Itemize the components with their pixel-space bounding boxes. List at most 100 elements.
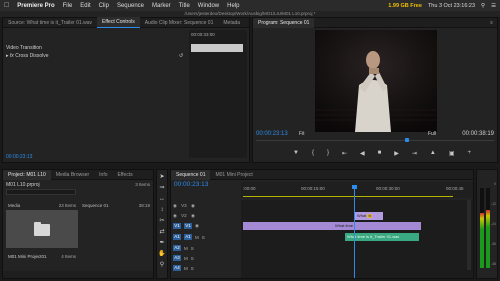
effect-controls-timeline[interactable]: 00:00:33:00 — [189, 30, 247, 158]
menu-help[interactable]: Help — [227, 3, 239, 9]
lift-icon[interactable]: ▲ — [430, 150, 436, 157]
program-scrub-bar[interactable] — [256, 140, 494, 144]
track-label[interactable]: A4 — [173, 265, 181, 271]
sequence-tile[interactable]: Sequence 01 38:19 — [80, 202, 152, 264]
rate-stretch-icon[interactable]: ↕ — [158, 206, 166, 214]
cross-dissolve-row[interactable]: ▸ fx Cross Dissolve — [6, 53, 49, 59]
eye-icon[interactable]: ◉ — [195, 223, 199, 229]
menu-marker[interactable]: Marker — [152, 3, 171, 9]
app-menu[interactable]: Premiere Pro — [17, 3, 54, 9]
export-frame-icon[interactable]: ▣ — [449, 150, 455, 157]
timeline-scrollbar[interactable] — [467, 200, 471, 270]
solo-icon[interactable]: S — [191, 256, 194, 261]
zoom-fit-select[interactable]: Fit — [299, 131, 305, 137]
track-label[interactable]: V2 — [180, 213, 188, 219]
add-button-icon[interactable]: + — [468, 150, 472, 157]
tab-metadata[interactable]: Metada — [218, 18, 245, 28]
track-header-v1[interactable]: V1 V1 ◉ — [173, 222, 199, 230]
menu-edit[interactable]: Edit — [80, 3, 90, 9]
slip-tool-icon[interactable]: ⇄ — [158, 228, 166, 236]
media-bin-tile[interactable]: Media 23 Items M01 Mini Project01 4 Item… — [6, 202, 78, 264]
search-icon[interactable]: ⚲ — [481, 3, 485, 9]
program-current-timecode[interactable]: 00:00:23:13 — [256, 131, 288, 137]
meter-scale-tick: -36 — [490, 242, 496, 246]
eye-icon[interactable]: ◉ — [191, 213, 195, 219]
track-label[interactable]: A1 — [184, 234, 192, 240]
track-header-a2[interactable]: A2 M S — [173, 244, 194, 252]
tab-info[interactable]: Info — [94, 170, 112, 180]
mute-icon[interactable]: M — [195, 235, 199, 240]
project-search-input[interactable] — [6, 189, 76, 195]
eye-icon[interactable]: ◉ — [191, 203, 195, 209]
razor-tool-icon[interactable]: ✂ — [158, 217, 166, 225]
tab-mini-project[interactable]: M01 Mini Project — [210, 170, 257, 180]
track-label[interactable]: V3 — [180, 203, 188, 209]
pen-tool-icon[interactable]: ✒ — [158, 239, 166, 247]
add-marker-icon[interactable]: ▼ — [293, 150, 299, 157]
menu-sequence[interactable]: Sequence — [117, 3, 144, 9]
selection-tool-icon[interactable]: ➤ — [158, 173, 166, 181]
menu-clip[interactable]: Clip — [99, 3, 109, 9]
menu-file[interactable]: File — [63, 3, 73, 9]
transition-clip-bar[interactable] — [191, 44, 243, 52]
clip-v2[interactable]: What fx — [355, 212, 383, 220]
mark-out-icon[interactable]: } — [327, 150, 329, 157]
clip-audio[interactable]: What time is it_Trailer 01.wav — [345, 233, 419, 241]
mark-in-icon[interactable]: { — [312, 150, 314, 157]
ripple-edit-icon[interactable]: ↔ — [158, 195, 166, 203]
timeline-timecode[interactable]: 00:00:23:13 — [174, 181, 208, 188]
zoom-tool-icon[interactable]: ⚲ — [158, 261, 166, 269]
track-select-icon[interactable]: ⇒ — [158, 184, 166, 192]
track-header-v2[interactable]: ◉ V2 ◉ — [173, 212, 195, 220]
track-label[interactable]: V1 — [184, 223, 192, 229]
stop-icon[interactable]: ■ — [378, 150, 382, 157]
tab-media-browser[interactable]: Media Browser — [51, 170, 94, 180]
tab-source[interactable]: Source: What time is it_Trailer 01.wav — [3, 18, 97, 28]
lock-icon[interactable]: ◉ — [173, 213, 177, 219]
apple-icon[interactable]:  — [4, 2, 9, 9]
track-header-a4[interactable]: A4 M S — [173, 264, 194, 272]
lock-icon[interactable]: ◉ — [173, 203, 177, 209]
resolution-select[interactable]: Full — [428, 131, 436, 137]
track-header-v3[interactable]: ◉ V3 ◉ — [173, 202, 195, 210]
mute-icon[interactable]: M — [184, 246, 188, 251]
tab-project[interactable]: Project: M01 L10 — [3, 169, 51, 180]
step-back-icon[interactable]: ◀ — [360, 150, 365, 157]
list-icon[interactable]: ☰ — [491, 3, 496, 9]
source-patch-a1[interactable]: A1 — [173, 234, 181, 240]
hand-tool-icon[interactable]: ✋ — [158, 250, 166, 258]
track-label[interactable]: A3 — [173, 255, 181, 261]
reset-icon[interactable]: ↺ — [179, 53, 183, 59]
source-patch-v1[interactable]: V1 — [173, 223, 181, 229]
bin-thumbnail[interactable] — [6, 210, 78, 248]
clip-v1[interactable]: What time — [243, 222, 421, 230]
solo-icon[interactable]: S — [191, 266, 194, 271]
timeline-playhead[interactable] — [354, 188, 355, 278]
tab-effects[interactable]: Effects — [113, 170, 138, 180]
go-to-out-icon[interactable]: ⇥ — [412, 150, 417, 157]
panel-menu-icon[interactable]: ≡ — [490, 20, 497, 26]
chevron-right-icon[interactable]: ▸ — [6, 53, 9, 59]
mute-icon[interactable]: M — [184, 256, 188, 261]
tab-program[interactable]: Program: Sequence 01 — [253, 17, 315, 28]
program-playhead[interactable] — [405, 138, 409, 142]
menu-window[interactable]: Window — [198, 3, 219, 9]
solo-icon[interactable]: S — [191, 246, 194, 251]
solo-icon[interactable]: S — [202, 235, 205, 240]
tab-effect-controls[interactable]: Effect Controls — [97, 17, 140, 28]
track-header-a3[interactable]: A3 M S — [173, 254, 194, 262]
track-label[interactable]: A2 — [173, 245, 181, 251]
clock[interactable]: Thu 3 Oct 23:16:23 — [428, 3, 475, 9]
timeline-tracks[interactable]: What fx What time What time is it_Traile… — [241, 200, 473, 278]
track-header-a1[interactable]: A1 A1 M S — [173, 233, 205, 241]
video-frame[interactable] — [315, 30, 437, 132]
tab-sequence-01[interactable]: Sequence 01 — [171, 169, 211, 180]
tab-audio-clip-mixer[interactable]: Audio Clip Mixer: Sequence 01 — [140, 18, 219, 28]
effect-controls-timecode[interactable]: 00:00:23:13 — [6, 154, 32, 160]
step-forward-icon[interactable]: ▶ — [394, 150, 399, 157]
work-area-bar[interactable] — [243, 196, 453, 197]
mute-icon[interactable]: M — [184, 266, 188, 271]
go-to-in-icon[interactable]: ⇤ — [342, 150, 347, 157]
ruler-tick: 00:00:45 — [446, 186, 464, 191]
menu-title[interactable]: Title — [179, 3, 190, 9]
